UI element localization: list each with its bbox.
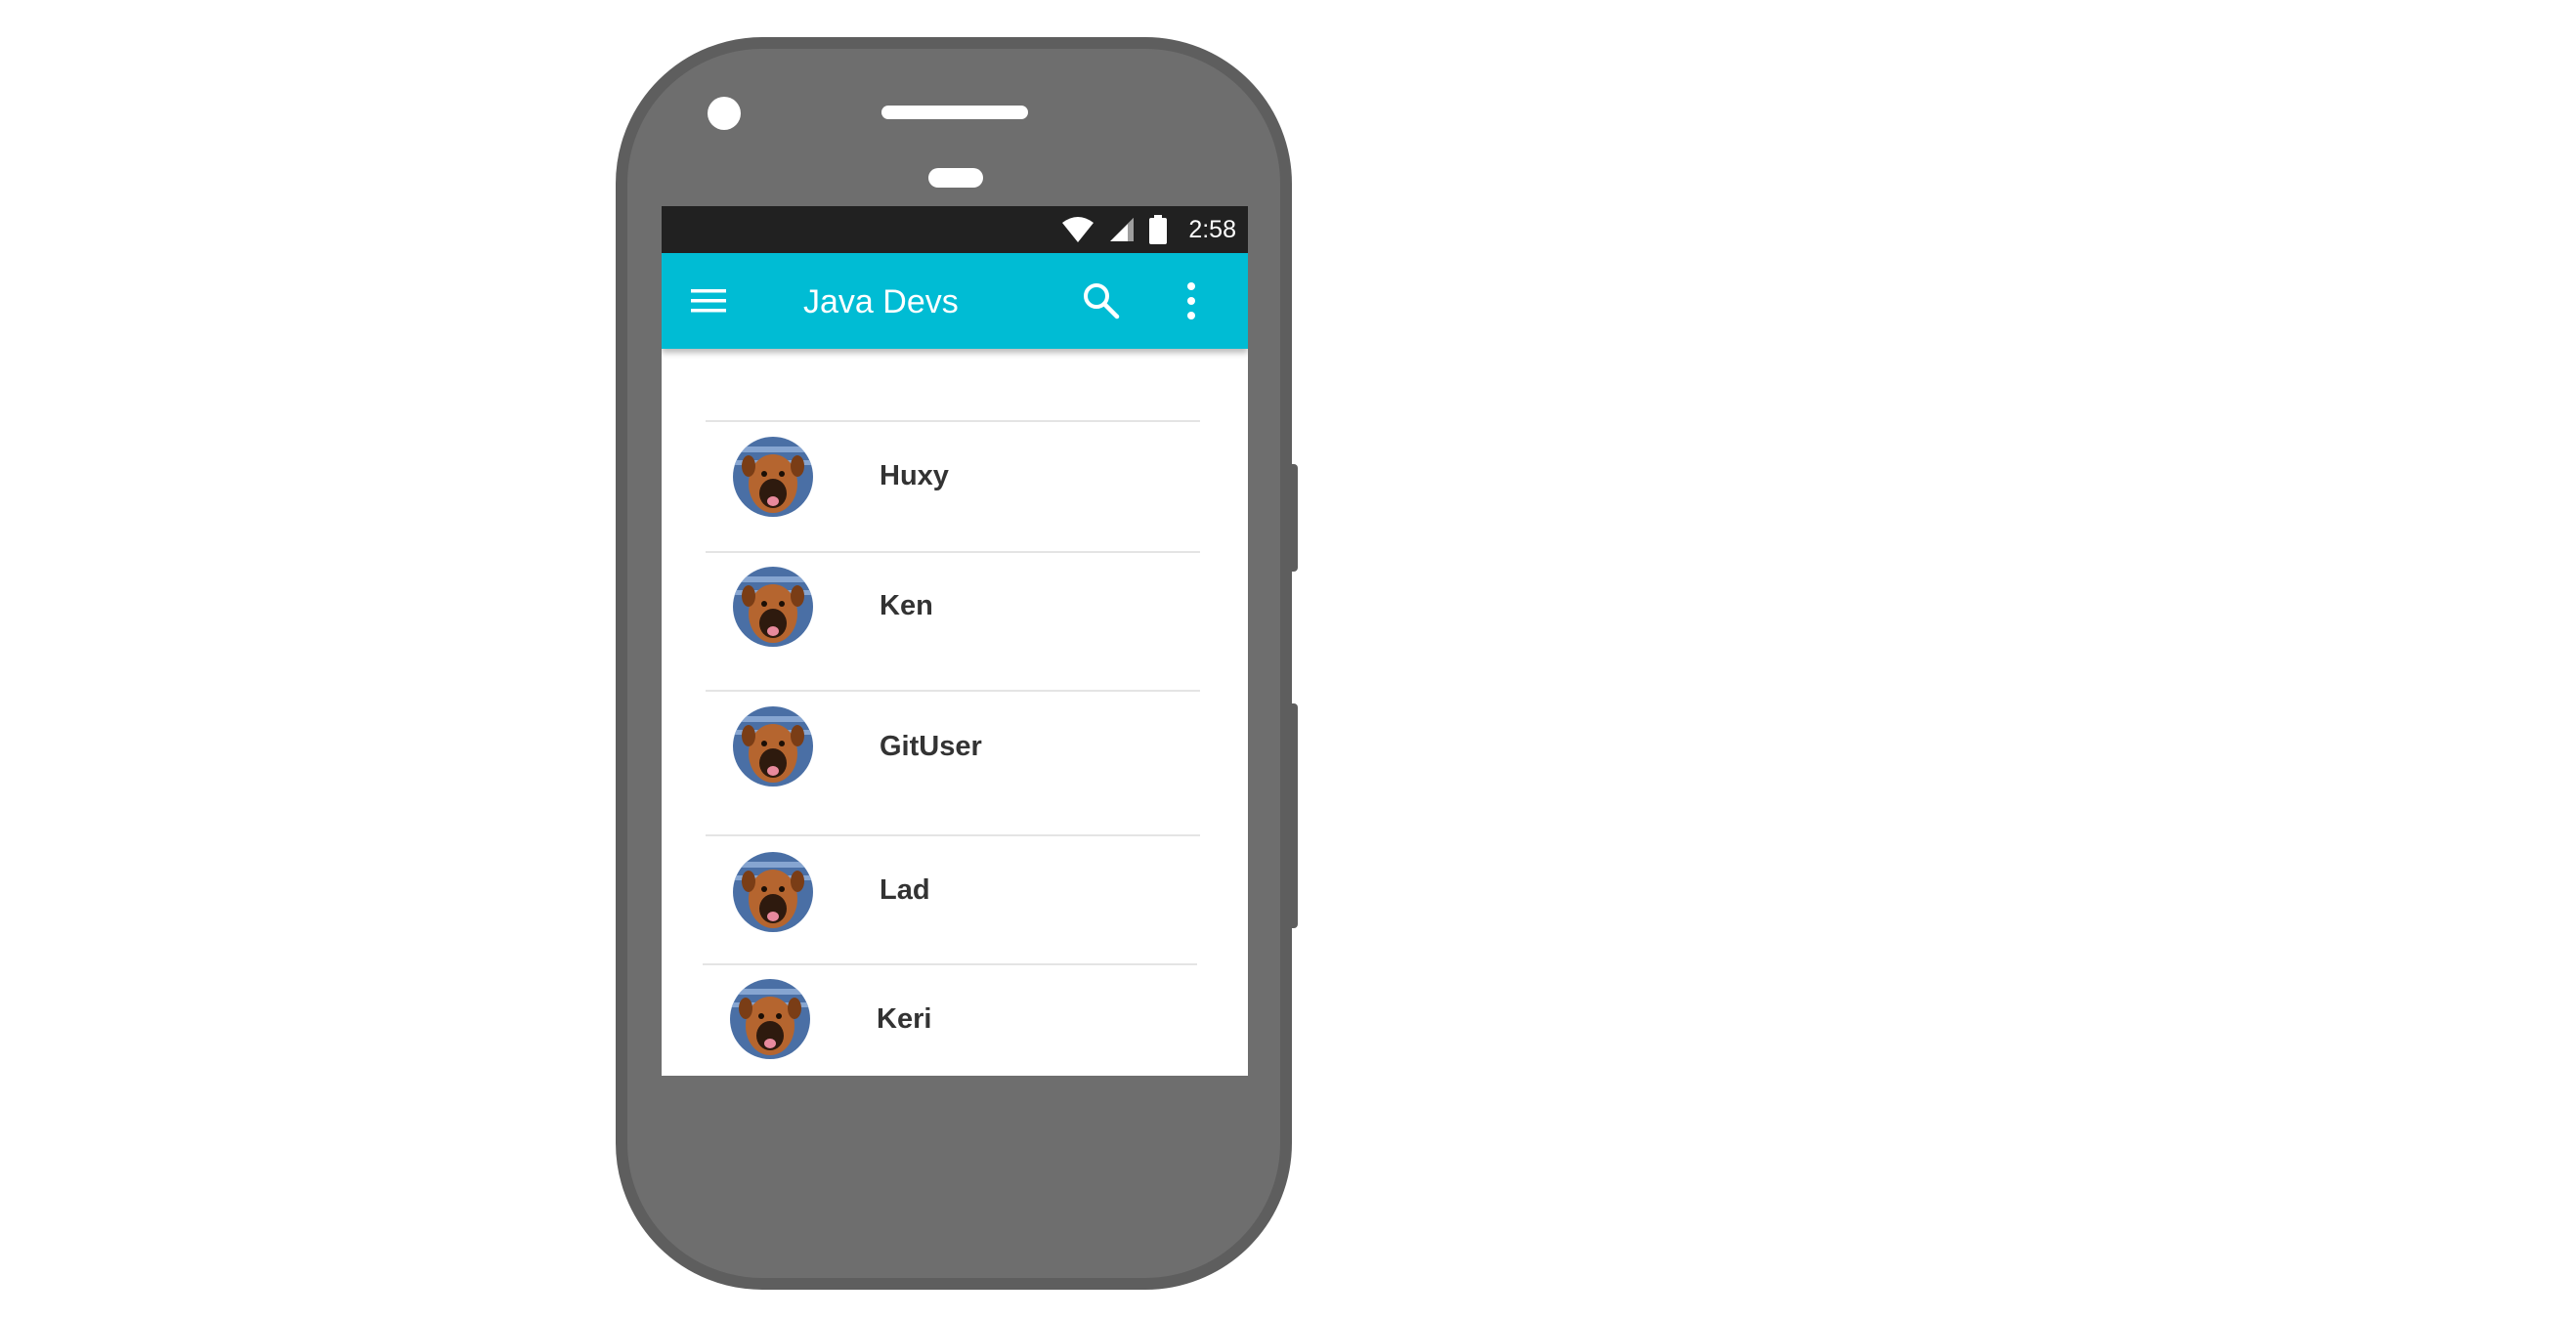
app-bar: Java Devs — [662, 253, 1248, 349]
list-item[interactable]: Lad — [706, 834, 1200, 963]
wifi-icon — [1062, 217, 1095, 242]
list-item[interactable]: GitUser — [706, 690, 1200, 834]
developer-name: Ken — [880, 590, 933, 621]
status-bar: 2:58 — [662, 206, 1248, 253]
dog-avatar — [733, 706, 813, 787]
dog-avatar — [733, 852, 813, 932]
cell-signal-icon — [1110, 218, 1135, 241]
status-icons: 2:58 — [1061, 206, 1236, 253]
front-camera — [708, 97, 741, 130]
app-title: Java Devs — [803, 283, 959, 320]
battery-icon — [1149, 215, 1168, 244]
phone-screen: 2:58 Java Devs Huxy Ken GitUser Lad Keri — [662, 206, 1248, 1076]
list-item[interactable]: Ken — [706, 551, 1200, 690]
list-item[interactable]: Huxy — [706, 420, 1200, 551]
dog-avatar — [733, 437, 813, 517]
menu-button[interactable] — [689, 281, 728, 320]
developer-name: Lad — [880, 874, 930, 906]
status-time: 2:58 — [1188, 215, 1236, 243]
volume-button — [1290, 703, 1298, 928]
earpiece-speaker — [881, 106, 1028, 119]
more-options-button[interactable] — [1180, 279, 1203, 322]
list-item[interactable]: Keri — [703, 963, 1197, 1076]
search-icon — [1084, 283, 1120, 319]
menu-icon — [691, 289, 726, 313]
dog-avatar — [730, 979, 810, 1059]
proximity-sensor — [928, 168, 983, 188]
developer-name: Keri — [877, 1003, 932, 1035]
page: 2:58 Java Devs Huxy Ken GitUser Lad Keri — [0, 0, 2576, 1319]
dog-avatar — [733, 567, 813, 647]
developer-name: GitUser — [880, 731, 982, 762]
power-button — [1290, 464, 1298, 572]
search-button[interactable] — [1080, 279, 1123, 322]
developer-name: Huxy — [880, 460, 949, 491]
more-vert-icon — [1187, 282, 1195, 319]
